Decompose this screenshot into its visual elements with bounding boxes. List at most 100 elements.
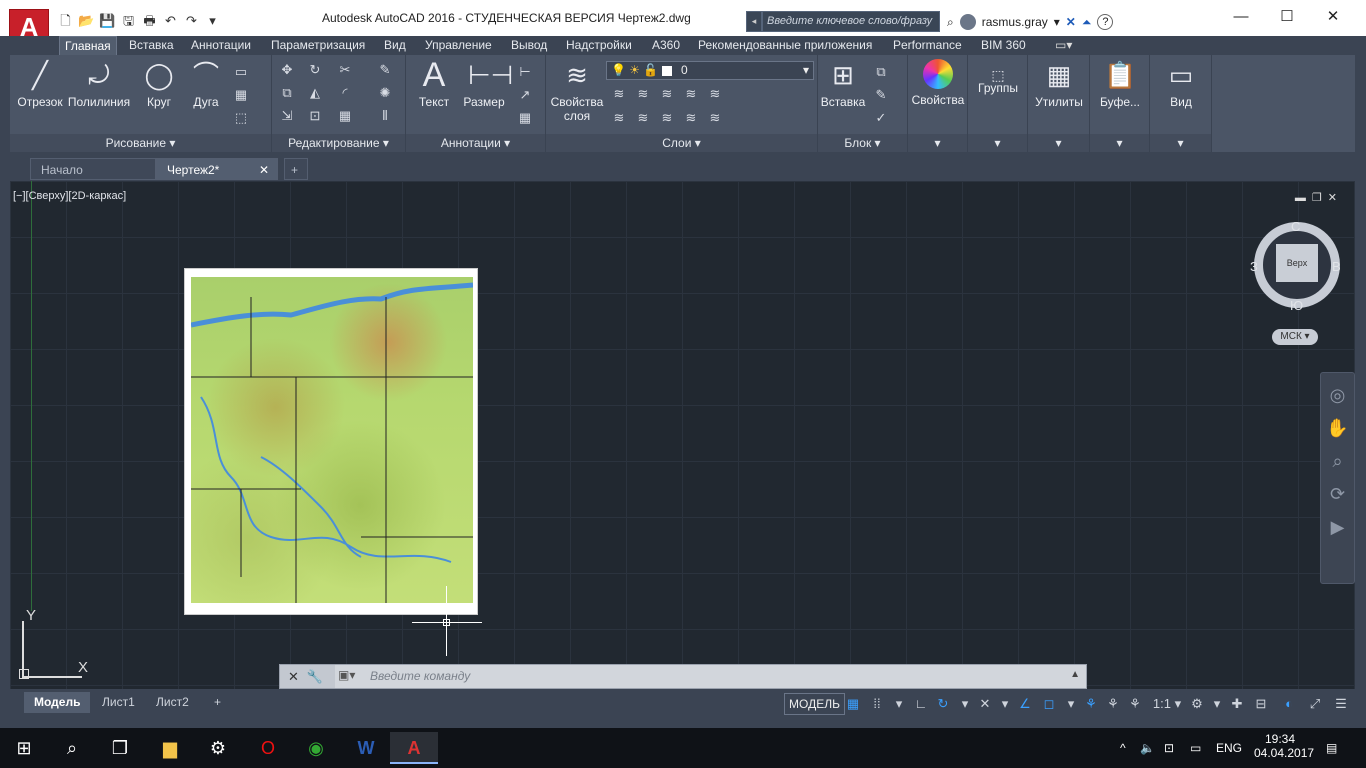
viewcube-top-face[interactable]: Верх	[1276, 244, 1318, 282]
undo-icon[interactable]: ↶	[161, 12, 180, 30]
fullscreen-icon[interactable]: ⤢	[1306, 695, 1324, 713]
utilities-expand-icon[interactable]: ▾	[1028, 134, 1089, 152]
snap-dropdown-icon[interactable]: ▾	[890, 695, 908, 713]
tab-manage[interactable]: Управление	[420, 36, 497, 55]
tab-close-icon[interactable]: ✕	[259, 159, 269, 181]
chrome-icon[interactable]: ◉	[292, 732, 340, 764]
table-icon[interactable]: ▦	[516, 109, 534, 127]
object-snap-tracking-icon[interactable]: ∠	[1016, 695, 1034, 713]
isolate-objects-icon[interactable]: ◐	[1280, 695, 1298, 713]
layer-iso-icon[interactable]: ≋	[634, 85, 652, 103]
rectangle-icon[interactable]: ▭	[232, 63, 250, 81]
layers-panel-title[interactable]: Слои ▾	[546, 134, 817, 152]
region-icon[interactable]: ⬚	[232, 109, 250, 127]
tab-bim360[interactable]: BIM 360	[976, 36, 1031, 55]
exchange-icon[interactable]: ✕	[1066, 15, 1076, 29]
layer-on-tool-icon[interactable]: ≋	[682, 109, 700, 127]
groups-expand-icon[interactable]: ▾	[968, 134, 1027, 152]
account-area[interactable]: ⌕ rasmus.gray ▾ ✕ ⏶ ?	[947, 11, 1114, 33]
tab-featured-apps[interactable]: Рекомендованные приложения	[693, 36, 877, 55]
snap-icon[interactable]: ⁞⁞	[868, 695, 886, 713]
keyword-search-input[interactable]: Введите ключевое слово/фразу	[762, 11, 940, 32]
layer-make-current-icon[interactable]: ≋	[610, 109, 628, 127]
minimize-button[interactable]: —	[1218, 0, 1264, 36]
tab-performance[interactable]: Performance	[888, 36, 967, 55]
tab-model[interactable]: Модель	[24, 692, 91, 713]
object-snap-icon[interactable]: ◻	[1040, 695, 1058, 713]
polar-icon[interactable]: ↻	[934, 695, 952, 713]
file-explorer-icon[interactable]: ▆	[146, 732, 194, 764]
annotation-visibility-icon[interactable]: ⚘	[1082, 695, 1100, 713]
steam-icon[interactable]: ⚙	[194, 732, 242, 764]
viewcube-north[interactable]: С	[1291, 219, 1300, 234]
layer-thaw-icon[interactable]: ≋	[658, 109, 676, 127]
layer-lock-tool-icon[interactable]: ≋	[706, 85, 724, 103]
viewcube-west[interactable]: З	[1250, 259, 1258, 274]
explode-icon[interactable]: ✺	[376, 84, 394, 102]
show-hidden-icons[interactable]: ^	[1120, 728, 1126, 768]
auto-scale-icon[interactable]: ⚘	[1104, 695, 1122, 713]
drawing-canvas[interactable]: [−][Сверху][2D-каркас] ▬❐✕ Верх С Ю В З …	[10, 181, 1355, 689]
close-button[interactable]: ✕	[1310, 0, 1356, 36]
groups-button[interactable]: ⬚ Группы	[970, 59, 1026, 95]
block-panel-title[interactable]: Блок ▾	[818, 134, 907, 152]
isodraft-dropdown-icon[interactable]: ▾	[996, 695, 1014, 713]
scale-icon[interactable]: ⊡	[306, 107, 324, 125]
layer-freeze-tool-icon[interactable]: ≋	[658, 85, 676, 103]
view-panel[interactable]: ▭ Вид ▾	[1150, 55, 1212, 152]
command-prompt-icon[interactable]: ▣▾	[338, 668, 355, 682]
object-snap-dropdown-icon[interactable]: ▾	[1062, 695, 1080, 713]
search-expand-icon[interactable]: ◂	[746, 11, 762, 32]
arc-button[interactable]: ⌒ Дуга	[186, 59, 226, 109]
modify-panel-title[interactable]: Редактирование ▾	[272, 134, 405, 152]
showmotion-icon[interactable]: ▶	[1321, 517, 1354, 538]
task-view-icon[interactable]: ❐	[96, 732, 144, 764]
model-space-button[interactable]: МОДЕЛЬ	[784, 693, 845, 715]
tab-output[interactable]: Вывод	[506, 36, 552, 55]
close-command-icon[interactable]: ✕	[288, 669, 307, 684]
edit-block-icon[interactable]: ✎	[872, 86, 890, 104]
save-icon[interactable]: 💾	[98, 12, 117, 30]
redo-icon[interactable]: ↷	[182, 12, 201, 30]
tab-layout1[interactable]: Лист1	[92, 692, 145, 713]
utilities-panel[interactable]: ▦ Утилиты ▾	[1028, 55, 1090, 152]
open-icon[interactable]: 📂	[77, 12, 96, 30]
opera-icon[interactable]: O	[244, 732, 292, 764]
new-tab-button[interactable]: +	[284, 158, 308, 180]
qat-dropdown-icon[interactable]: ▾	[203, 12, 222, 30]
tab-drawing[interactable]: Чертеж2* ✕	[156, 158, 278, 180]
units-icon[interactable]: ⊟	[1252, 695, 1270, 713]
erase-icon[interactable]: ✎	[376, 61, 394, 79]
copy-icon[interactable]: ⧉	[278, 84, 296, 102]
add-layout-button[interactable]: +	[204, 692, 231, 713]
user-dropdown-icon[interactable]: ▾	[1054, 15, 1060, 29]
array-icon[interactable]: ▦	[336, 107, 354, 125]
customization-menu-icon[interactable]: ☰	[1332, 695, 1350, 713]
viewcube-east[interactable]: В	[1332, 259, 1341, 274]
system-clock[interactable]: 19:34 04.04.2017	[1254, 732, 1314, 760]
layer-unisolate-icon[interactable]: ≋	[634, 109, 652, 127]
draw-panel-title[interactable]: Рисование ▾	[10, 134, 271, 152]
orbit-icon[interactable]: ⟳	[1321, 484, 1354, 505]
ucs-menu-button[interactable]: МСК ▾	[1272, 329, 1318, 345]
zoom-icon[interactable]: ⌕	[1321, 451, 1354, 472]
tab-start[interactable]: Начало	[30, 158, 156, 180]
utilities-button[interactable]: ▦ Утилиты	[1030, 59, 1088, 109]
tab-a360[interactable]: A360	[647, 36, 685, 55]
layer-unlock-icon[interactable]: ≋	[706, 109, 724, 127]
autocad-taskbar-icon[interactable]: A	[390, 732, 438, 764]
network-icon[interactable]: ⊡	[1164, 728, 1174, 768]
save-as-icon[interactable]: 🖫	[119, 12, 138, 30]
language-indicator[interactable]: ENG	[1216, 728, 1242, 768]
mirror-icon[interactable]: ◭	[306, 84, 324, 102]
map-raster-image[interactable]	[184, 268, 478, 615]
tab-insert[interactable]: Вставка	[124, 36, 179, 55]
viewport-window-controls[interactable]: ▬❐✕	[1295, 191, 1343, 204]
stretch-icon[interactable]: ⇲	[278, 107, 296, 125]
annotation-panel-title[interactable]: Аннотации ▾	[406, 134, 545, 152]
viewcube-south[interactable]: Ю	[1290, 298, 1303, 313]
rotate-icon[interactable]: ↻	[306, 61, 324, 79]
command-input[interactable]: Введите команду	[370, 669, 470, 683]
tab-home[interactable]: Главная	[59, 36, 117, 55]
steering-wheel-icon[interactable]: ◎	[1321, 385, 1354, 406]
